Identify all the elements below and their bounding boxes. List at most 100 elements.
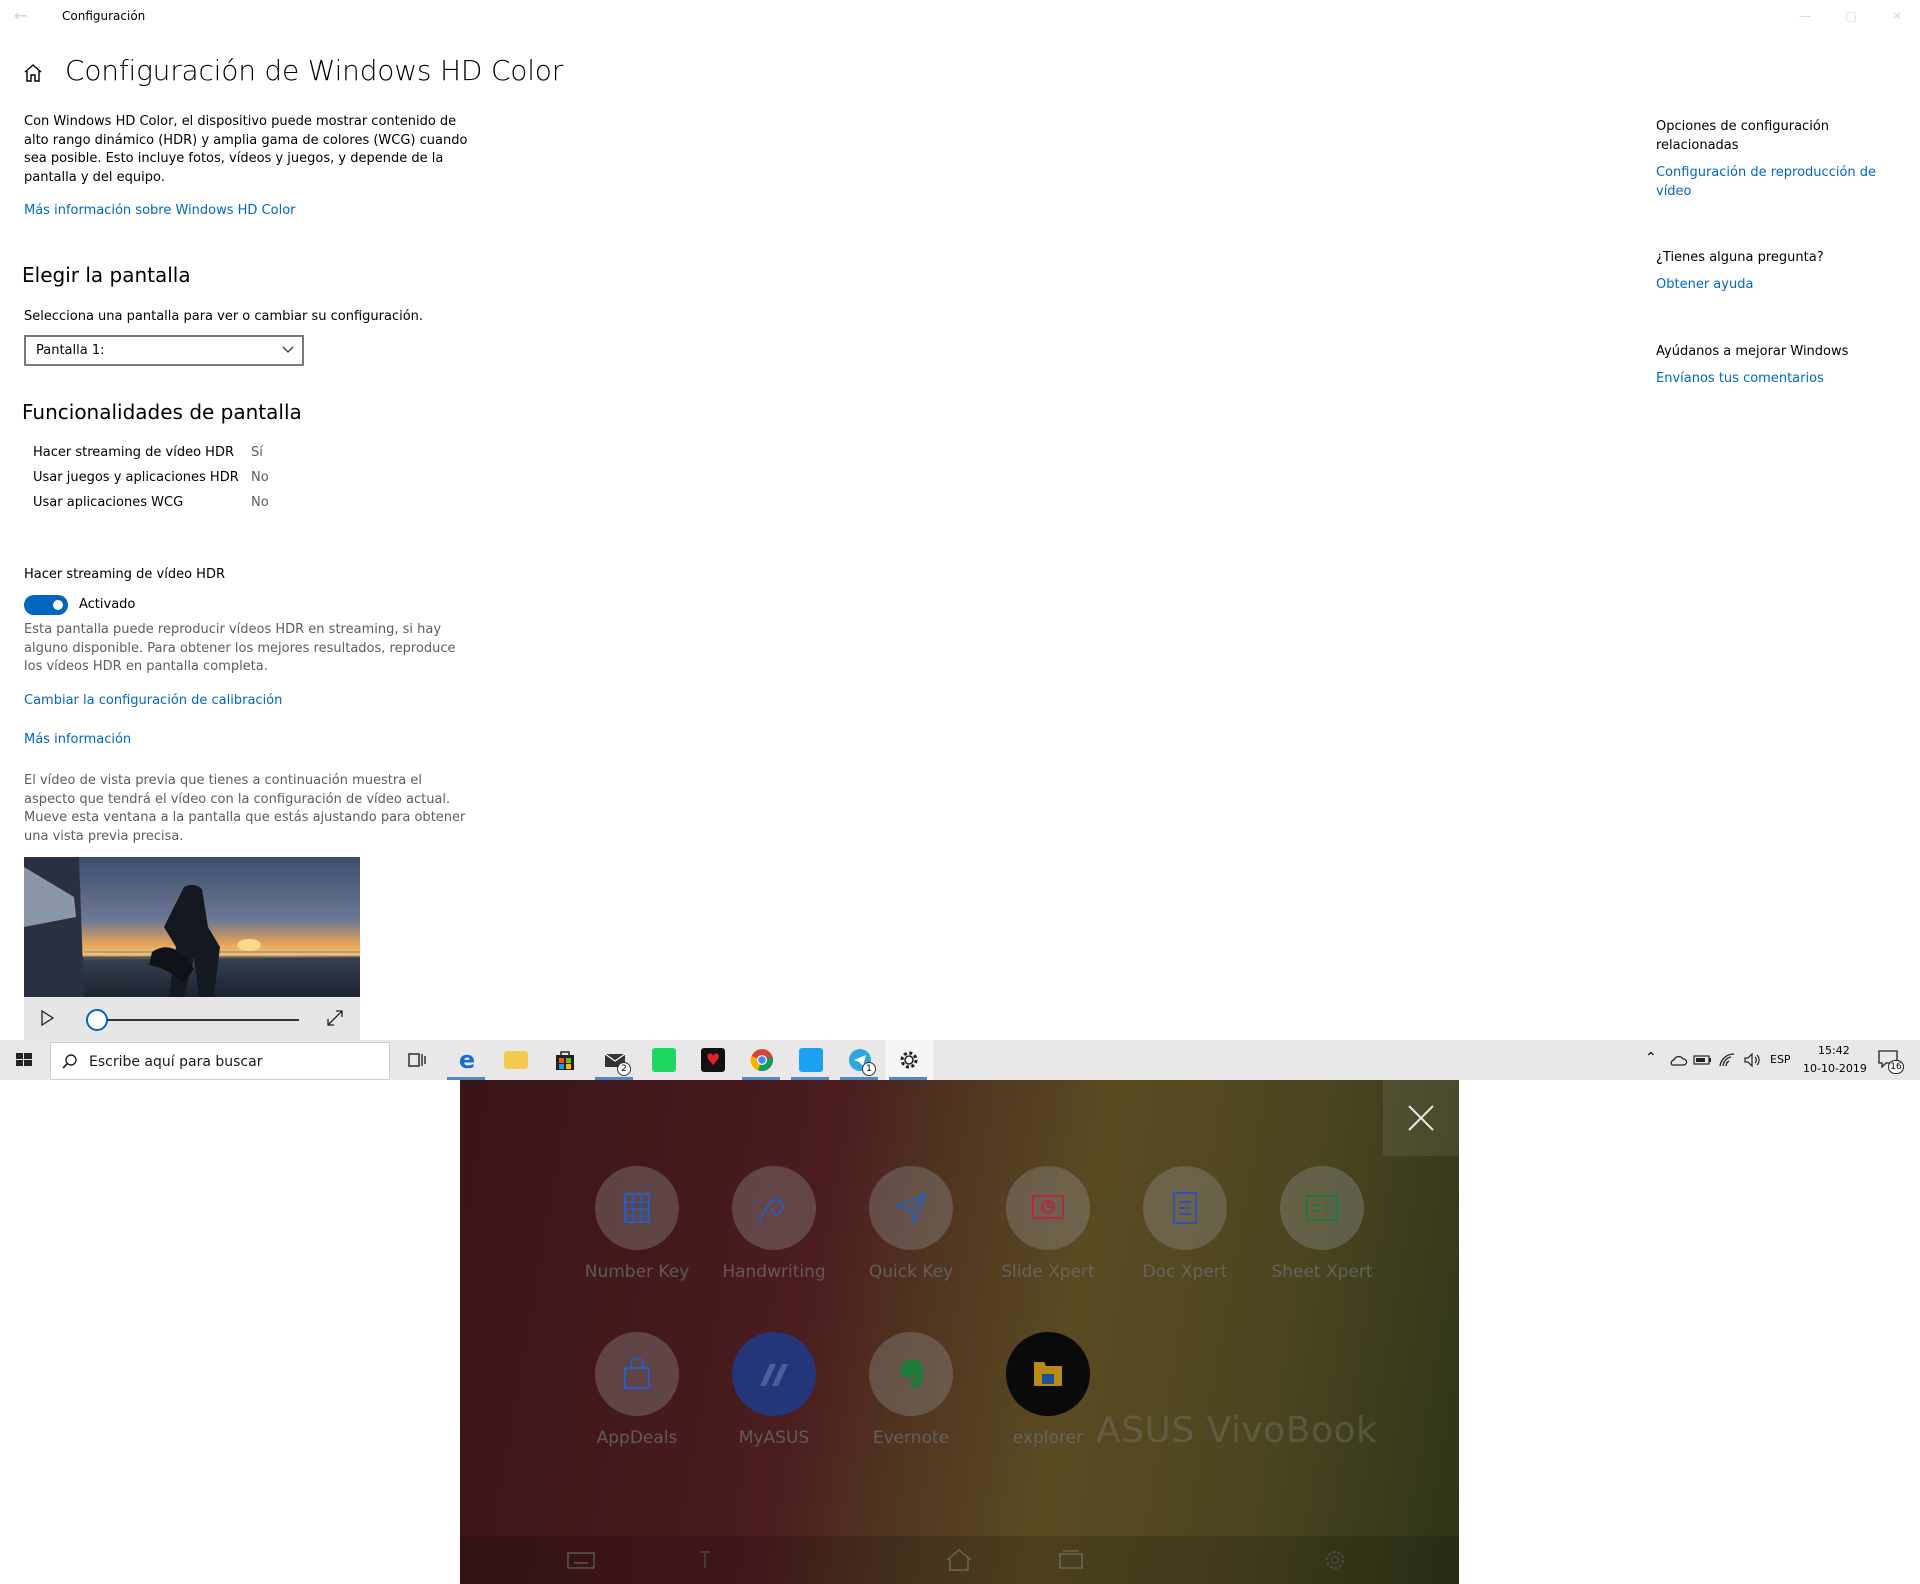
display-select[interactable]: Pantalla 1: bbox=[24, 335, 304, 366]
display-select-value: Pantalla 1: bbox=[36, 343, 105, 358]
capability-label: Usar aplicaciones WCG bbox=[33, 495, 184, 510]
explorer-icon bbox=[1034, 1362, 1062, 1386]
telegram-badge: 1 bbox=[862, 1062, 876, 1076]
more-info-link[interactable]: Más información bbox=[24, 732, 131, 747]
language-indicator[interactable]: ESP bbox=[1770, 1053, 1791, 1066]
seek-handle[interactable] bbox=[86, 1009, 108, 1031]
taskbar-search-box[interactable]: Escribe aquí para buscar bbox=[50, 1042, 390, 1080]
chevron-down-icon bbox=[282, 346, 294, 353]
capability-label: Hacer streaming de vídeo HDR bbox=[33, 445, 234, 460]
home-icon[interactable] bbox=[22, 62, 44, 84]
taskbar-app-settings[interactable] bbox=[885, 1040, 933, 1080]
panel-navigation-bar bbox=[460, 1536, 1459, 1584]
taskbar-app-telegram[interactable]: 1 bbox=[836, 1040, 882, 1080]
toggle-state-label: Activado bbox=[79, 597, 136, 612]
intro-description: Con Windows HD Color, el dispositivo pue… bbox=[24, 114, 468, 185]
store-icon bbox=[556, 1051, 574, 1070]
close-window-icon[interactable]: ✕ bbox=[1874, 0, 1920, 32]
windows-switch-icon[interactable] bbox=[1056, 1548, 1086, 1572]
learn-more-hd-color-link[interactable]: Más información sobre Windows HD Color bbox=[24, 203, 296, 218]
taskbar-app-chrome[interactable] bbox=[738, 1040, 784, 1080]
onedrive-icon[interactable] bbox=[1668, 1052, 1688, 1068]
taskbar-app-file-explorer[interactable] bbox=[492, 1040, 538, 1080]
spotify-icon bbox=[652, 1048, 676, 1072]
taskbar-app-spotify[interactable] bbox=[640, 1040, 686, 1080]
video-controls bbox=[24, 997, 360, 1040]
choose-display-instruction: Selecciona una pantalla para ver o cambi… bbox=[24, 309, 424, 324]
capability-value: No bbox=[251, 495, 269, 510]
preview-video[interactable] bbox=[24, 857, 360, 1040]
number-key-icon bbox=[624, 1193, 650, 1223]
capabilities-heading: Funcionalidades de pantalla bbox=[22, 400, 302, 424]
quick-key-icon bbox=[894, 1192, 927, 1226]
video-preview-image bbox=[24, 857, 360, 997]
appdeals-icon bbox=[624, 1357, 650, 1389]
app-red-heart-icon: ♥ bbox=[701, 1048, 725, 1072]
app-tile-label: Slide Xpert bbox=[1001, 1262, 1095, 1282]
notification-center-button[interactable]: 16 bbox=[1876, 1048, 1904, 1074]
title-bar: ← Configuración — □ ✕ bbox=[0, 0, 1920, 34]
clock-date[interactable]: 10-10-2019 bbox=[1803, 1062, 1867, 1075]
app-tile-label: Number Key bbox=[584, 1262, 690, 1282]
wifi-icon[interactable] bbox=[1718, 1052, 1738, 1068]
hdr-streaming-label: Hacer streaming de vídeo HDR bbox=[24, 567, 225, 582]
tray-overflow-chevron-icon[interactable]: ⌃ bbox=[1645, 1050, 1657, 1066]
minimize-icon[interactable]: — bbox=[1782, 0, 1828, 32]
related-settings-heading: Opciones de configuración relacionadas bbox=[1656, 119, 1830, 153]
back-arrow-icon[interactable]: ← bbox=[14, 6, 34, 26]
chrome-icon bbox=[750, 1049, 773, 1072]
send-feedback-link[interactable]: Envíanos tus comentarios bbox=[1656, 370, 1896, 389]
volume-icon[interactable] bbox=[1743, 1052, 1763, 1068]
taskbar-app-store[interactable] bbox=[541, 1040, 587, 1080]
taskbar-app-twitter[interactable] bbox=[787, 1040, 833, 1080]
app-title: Configuración bbox=[62, 9, 146, 23]
get-help-link[interactable]: Obtener ayuda bbox=[1656, 276, 1896, 295]
maximize-icon[interactable]: □ bbox=[1828, 0, 1874, 32]
edge-icon: e bbox=[458, 1046, 476, 1074]
taskbar: Escribe aquí para buscar e 2 ♥ 1 ⌃ ESP 1… bbox=[0, 1040, 1920, 1080]
choose-display-heading: Elegir la pantalla bbox=[22, 263, 191, 287]
feedback-heading: Ayúdanos a mejorar Windows bbox=[1656, 344, 1849, 359]
taskbar-app-mail[interactable]: 2 bbox=[591, 1040, 637, 1080]
close-icon bbox=[1408, 1105, 1434, 1131]
app-tile-label: MyASUS bbox=[738, 1428, 810, 1448]
windows-start-icon[interactable] bbox=[0, 1040, 48, 1080]
settings-window: ← Configuración — □ ✕ Configuración de W… bbox=[0, 0, 1920, 1040]
twitter-icon bbox=[799, 1048, 823, 1072]
calibration-link[interactable]: Cambiar la configuración de calibración bbox=[24, 693, 282, 708]
close-panel-button[interactable] bbox=[1383, 1080, 1459, 1156]
page-title: Configuración de Windows HD Color bbox=[65, 54, 564, 87]
app-tile-label: Evernote bbox=[872, 1428, 950, 1448]
home-nav-icon[interactable] bbox=[944, 1548, 974, 1572]
taskbar-app-vivaldi[interactable]: ♥ bbox=[689, 1040, 735, 1080]
settings-gear-icon[interactable] bbox=[1320, 1548, 1350, 1572]
app-tile-label: Doc Xpert bbox=[1142, 1262, 1228, 1282]
keyboard-icon[interactable] bbox=[566, 1548, 596, 1572]
clock-time[interactable]: 15:42 bbox=[1818, 1044, 1850, 1057]
search-icon bbox=[62, 1054, 77, 1069]
app-tile-label: Quick Key bbox=[868, 1262, 954, 1282]
folder-icon bbox=[504, 1051, 528, 1069]
seek-track[interactable] bbox=[94, 1019, 299, 1021]
search-placeholder: Escribe aquí para buscar bbox=[89, 1054, 263, 1070]
app-tile-label: Handwriting bbox=[722, 1262, 826, 1282]
question-heading: ¿Tienes alguna pregunta? bbox=[1656, 250, 1824, 265]
pin-icon[interactable] bbox=[690, 1548, 720, 1572]
brand-watermark: ASUS VivoBook bbox=[1096, 1410, 1378, 1451]
myasus-icon bbox=[760, 1364, 788, 1386]
video-playback-settings-link[interactable]: Configuración de reproducción de vídeo bbox=[1656, 164, 1896, 201]
task-view-icon bbox=[408, 1053, 426, 1067]
preview-description: El vídeo de vista previa que tienes a co… bbox=[24, 773, 466, 844]
task-view-button[interactable] bbox=[393, 1040, 439, 1080]
asus-app-panel: Number Key Handwriting Quick Key Slide X… bbox=[460, 1080, 1459, 1584]
battery-icon[interactable] bbox=[1693, 1052, 1713, 1068]
capability-label: Usar juegos y aplicaciones HDR bbox=[33, 470, 239, 485]
fullscreen-icon[interactable] bbox=[326, 1009, 344, 1027]
play-icon[interactable] bbox=[40, 1010, 54, 1026]
mail-badge: 2 bbox=[617, 1062, 631, 1076]
hdr-streaming-description: Esta pantalla puede reproducir vídeos HD… bbox=[24, 622, 456, 674]
evernote-icon bbox=[901, 1360, 924, 1388]
sheet-xpert-icon bbox=[1306, 1195, 1338, 1221]
hdr-streaming-toggle[interactable] bbox=[24, 595, 68, 615]
taskbar-app-edge[interactable]: e bbox=[443, 1040, 489, 1080]
